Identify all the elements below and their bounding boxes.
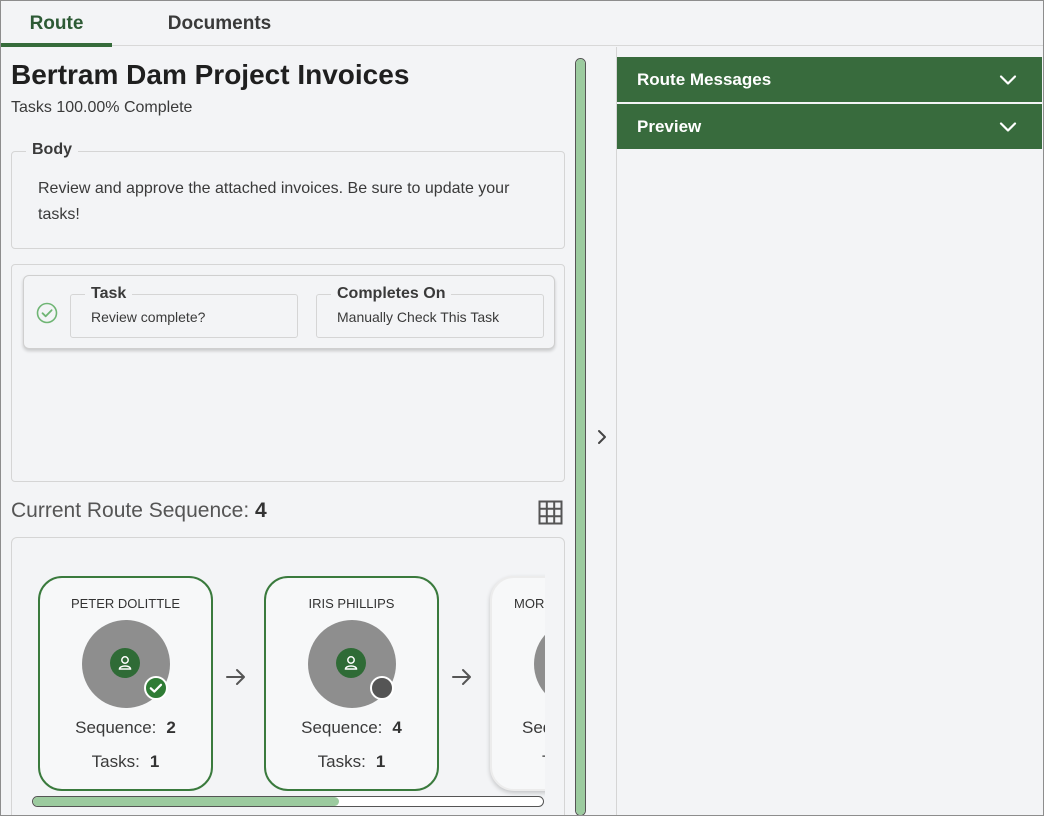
task-field: Task Review complete? [70, 285, 298, 338]
page-title: Bertram Dam Project Invoices [11, 59, 410, 90]
route-messages-panel[interactable]: Route Messages [617, 57, 1042, 102]
route-node-partial[interactable]: MOR Seq T [490, 576, 545, 791]
route-sequence-value: 4 [255, 499, 267, 522]
vertical-scrollbar[interactable] [575, 58, 586, 815]
pending-status-icon [370, 676, 394, 700]
node-tasks: Tasks: 1 [317, 752, 386, 771]
grid-view-icon[interactable] [538, 500, 563, 525]
vertical-scroll-thumb[interactable] [576, 59, 585, 815]
tab-documents[interactable]: Documents [112, 1, 327, 46]
node-name: IRIS PHILLIPS [308, 596, 395, 611]
chevron-down-icon[interactable] [998, 70, 1018, 90]
route-pane: Bertram Dam Project Invoices Tasks 100.0… [1, 47, 591, 815]
pane-divider [616, 47, 617, 815]
check-circle-icon[interactable] [36, 302, 58, 324]
completes-on-label: Completes On [331, 285, 452, 303]
node-name: MOR [514, 596, 545, 611]
avatar [82, 620, 170, 708]
complete-status-icon [144, 676, 168, 700]
arrow-right-icon [226, 669, 245, 685]
tab-bar: Route Documents [1, 1, 1043, 47]
avatar [308, 620, 396, 708]
horizontal-scrollbar[interactable] [32, 796, 544, 807]
route-messages-label: Route Messages [637, 69, 772, 89]
arrow-right-icon [452, 669, 471, 685]
node-sequence: Seq [522, 718, 545, 737]
body-legend: Body [26, 141, 78, 159]
completes-on-field: Completes On Manually Check This Task [316, 285, 544, 338]
route-sequence-text: Current Route Sequence: [11, 499, 250, 522]
progress-text: Tasks 100.00% Complete [11, 99, 193, 116]
route-node-peter-dolittle[interactable]: PETER DOLITTLE Sequence: 2 Tasks: 1 [38, 576, 213, 791]
completes-on-value: Manually Check This Task [337, 309, 500, 325]
chevron-down-icon[interactable] [998, 117, 1018, 137]
node-tasks: T [492, 752, 545, 772]
tab-route[interactable]: Route [1, 1, 112, 47]
chevron-right-icon[interactable] [594, 427, 610, 447]
app-window: Route Documents Bertram Dam Project Invo… [0, 0, 1044, 816]
route-node-iris-phillips[interactable]: IRIS PHILLIPS Sequence: 4 Tasks: 1 [264, 576, 439, 791]
preview-panel[interactable]: Preview [617, 104, 1042, 149]
avatar [534, 620, 545, 708]
route-sequence-panel: PETER DOLITTLE Sequence: 2 Tasks: 1 IRIS… [11, 537, 565, 815]
route-node-track: PETER DOLITTLE Sequence: 2 Tasks: 1 IRIS… [12, 538, 545, 815]
task-field-value: Review complete? [91, 309, 206, 325]
person-icon [336, 648, 366, 678]
node-sequence: Sequence: 2 [75, 718, 176, 737]
body-fieldset: Body Review and approve the attached inv… [11, 141, 565, 249]
horizontal-scroll-thumb[interactable] [33, 797, 339, 806]
person-icon [110, 648, 140, 678]
node-name: PETER DOLITTLE [70, 596, 181, 611]
task-card[interactable]: Task Review complete? Completes On Manua… [23, 275, 555, 349]
route-sequence-label: Current Route Sequence: 4 [11, 499, 267, 523]
task-field-label: Task [85, 285, 133, 303]
node-tasks: Tasks: 1 [91, 752, 160, 771]
body-text: Review and approve the attached invoices… [38, 180, 510, 223]
node-sequence: Sequence: 4 [301, 718, 402, 737]
tasks-panel: Task Review complete? Completes On Manua… [11, 264, 565, 482]
preview-label: Preview [637, 116, 702, 136]
